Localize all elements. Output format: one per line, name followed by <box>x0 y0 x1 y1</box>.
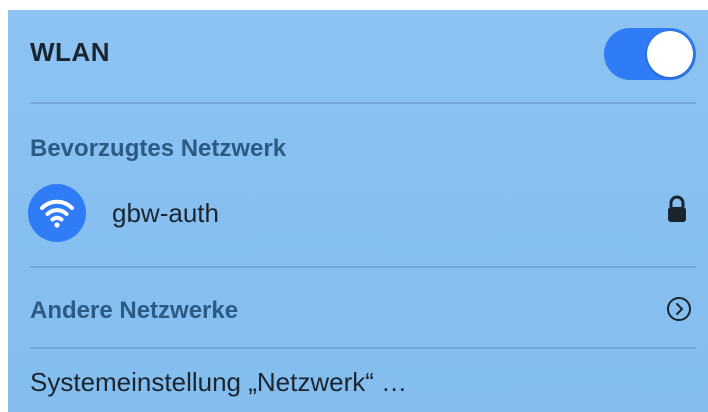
lock-icon <box>668 195 686 222</box>
network-settings-link[interactable]: Systemeinstellung „Netzwerk“ … <box>30 367 407 398</box>
other-networks-label: Andere Netzwerke <box>30 297 239 324</box>
preferred-network-heading: Bevorzugtes Netzwerk <box>30 135 287 162</box>
network-item-gbw-auth[interactable]: gbw-auth <box>8 178 708 246</box>
divider <box>30 266 696 268</box>
wlan-title: WLAN <box>30 37 110 67</box>
network-name: gbw-auth <box>112 198 219 228</box>
toggle-knob <box>647 31 693 77</box>
divider <box>30 102 696 104</box>
other-networks-button[interactable]: Andere Netzwerke <box>8 280 708 338</box>
wlan-menu-panel: WLAN Bevorzugtes Netzwerk gbw-auth Ander… <box>8 10 708 412</box>
wlan-toggle[interactable] <box>604 28 696 80</box>
divider <box>30 347 696 349</box>
chevron-right-circle-icon <box>667 297 691 321</box>
wifi-icon <box>28 184 86 242</box>
